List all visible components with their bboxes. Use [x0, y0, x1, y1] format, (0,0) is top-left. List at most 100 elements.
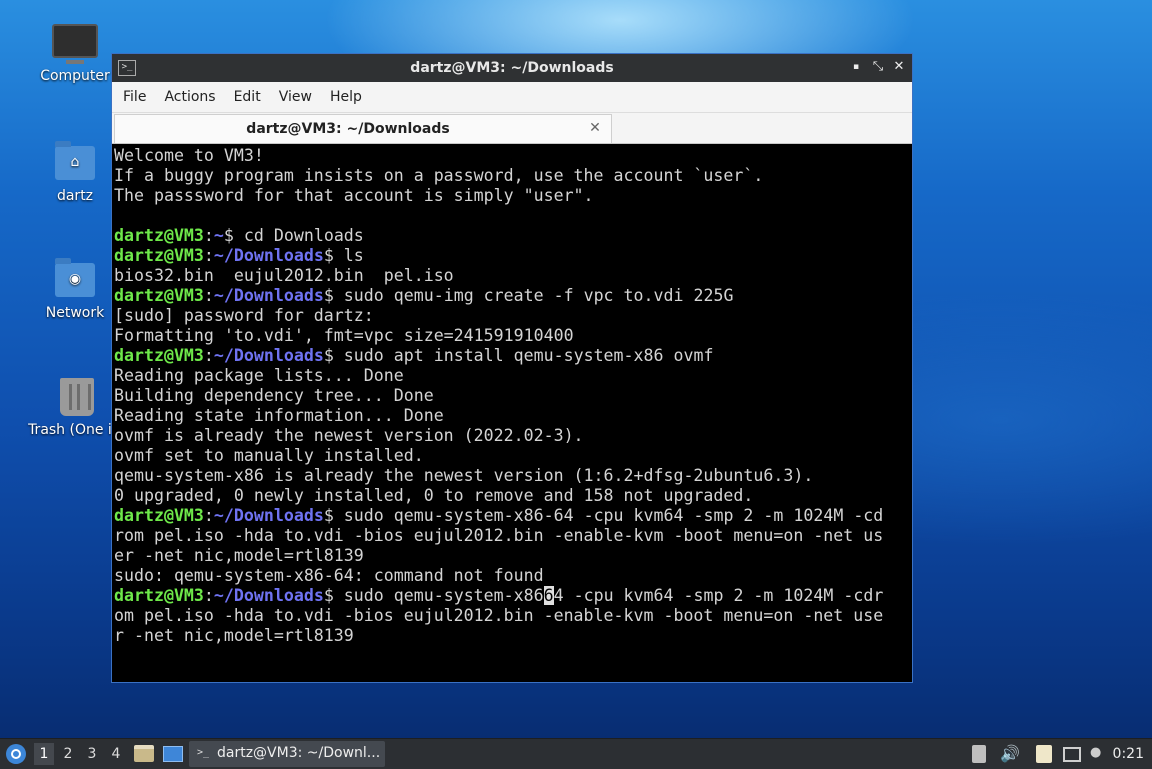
terminal-output-text: Building dependency tree... Done	[114, 386, 434, 405]
taskbar-terminal-label: dartz@VM3: ~/Downl...	[217, 745, 381, 761]
terminal-output-text: om pel.iso -hda to.vdi -bios eujul2012.b…	[114, 606, 884, 625]
taskbar-terminal-button[interactable]: >_ dartz@VM3: ~/Downl...	[189, 741, 385, 767]
volume-icon[interactable]: 🔊	[1000, 745, 1020, 763]
terminal-line: dartz@VM3:~/Downloads$ ls	[114, 246, 910, 266]
terminal-line: ovmf is already the newest version (2022…	[114, 426, 910, 446]
notes-icon[interactable]	[1036, 745, 1052, 763]
prompt-separator: :	[203, 586, 214, 605]
clock: 0:21	[1112, 746, 1144, 762]
terminal-output-text: [sudo] password for dartz:	[114, 306, 374, 325]
terminal-output-text: rom pel.iso -hda to.vdi -bios eujul2012.…	[114, 526, 884, 545]
terminal-line: dartz@VM3:~$ cd Downloads	[114, 226, 910, 246]
tab-terminal[interactable]: dartz@VM3: ~/Downloads ✕	[114, 114, 612, 143]
file-manager-icon[interactable]	[134, 745, 154, 762]
menu-file[interactable]: File	[116, 89, 153, 105]
start-menu-icon[interactable]	[6, 744, 26, 764]
menu-edit[interactable]: Edit	[227, 89, 268, 105]
prompt-separator: :	[203, 286, 214, 305]
command-text: $ sudo qemu-system-x86-64 -cpu kvm64 -sm…	[323, 506, 884, 525]
terminal-output-text: Reading state information... Done	[114, 406, 444, 425]
window-titlebar[interactable]: >_ dartz@VM3: ~/Downloads ▪ ⤡ ✕	[112, 54, 912, 82]
terminal-output-text: ovmf is already the newest version (2022…	[114, 426, 584, 445]
terminal-output-text: sudo: qemu-system-x86-64: command not fo…	[114, 566, 544, 585]
clipboard-icon[interactable]	[972, 745, 986, 763]
terminal-output-text: qemu-system-x86 is already the newest ve…	[114, 466, 814, 485]
terminal-line: rom pel.iso -hda to.vdi -bios eujul2012.…	[114, 526, 910, 546]
home-folder-icon: ⌂	[55, 141, 95, 180]
terminal-line: sudo: qemu-system-x86-64: command not fo…	[114, 566, 910, 586]
terminal-output-text: r -net nic,model=rtl8139	[114, 626, 354, 645]
terminal-line: 0 upgraded, 0 newly installed, 0 to remo…	[114, 486, 910, 506]
prompt-separator: :	[203, 246, 214, 265]
prompt-path: ~/Downloads	[213, 346, 324, 365]
terminal-output-text: er -net nic,model=rtl8139	[114, 546, 364, 565]
terminal-output-text: Welcome to VM3!	[114, 146, 264, 165]
terminal-output-text: 0 upgraded, 0 newly installed, 0 to remo…	[114, 486, 754, 505]
terminal-output-text: ovmf set to manually installed.	[114, 446, 424, 465]
prompt-path: ~/Downloads	[213, 286, 324, 305]
command-text: $ sudo apt install qemu-system-x86 ovmf	[323, 346, 714, 365]
command-text: $ sudo qemu-system-x86	[323, 586, 544, 605]
network-icon[interactable]	[1063, 747, 1081, 762]
menu-view[interactable]: View	[272, 89, 319, 105]
tab-bar: dartz@VM3: ~/Downloads ✕	[112, 113, 912, 144]
terminal-line: bios32.bin eujul2012.bin pel.iso	[114, 266, 910, 286]
workspace-1[interactable]: 1	[34, 743, 54, 765]
workspace-2[interactable]: 2	[58, 743, 78, 765]
prompt-path: ~/Downloads	[213, 586, 324, 605]
prompt-path: ~	[213, 226, 224, 245]
prompt-separator: :	[203, 346, 214, 365]
terminal-output-text: If a buggy program insists on a password…	[114, 166, 764, 185]
prompt-user: dartz@VM3	[114, 506, 204, 525]
computer-icon	[52, 24, 98, 64]
prompt-user: dartz@VM3	[114, 246, 204, 265]
terminal-output-text: Reading package lists... Done	[114, 366, 404, 385]
notification-icon[interactable]: ●	[1090, 745, 1108, 763]
prompt-user: dartz@VM3	[114, 286, 204, 305]
prompt-user: dartz@VM3	[114, 346, 204, 365]
prompt-path: ~/Downloads	[213, 246, 324, 265]
terminal-line: dartz@VM3:~/Downloads$ sudo apt install …	[114, 346, 910, 366]
terminal-output[interactable]: Welcome to VM3! If a buggy program insist…	[114, 146, 910, 680]
prompt-user: dartz@VM3	[114, 586, 204, 605]
command-text: $ sudo qemu-img create -f vpc to.vdi 225…	[323, 286, 734, 305]
terminal-line: The passsword for that account is simply…	[114, 186, 910, 206]
network-folder-icon: ◉	[55, 258, 95, 297]
terminal-output-text: Formatting 'to.vdi', fmt=vpc size=241591…	[114, 326, 574, 345]
terminal-line: Reading state information... Done	[114, 406, 910, 426]
maximize-button[interactable]: ⤡	[870, 59, 886, 75]
command-text: $ ls	[323, 246, 364, 265]
terminal-line: qemu-system-x86 is already the newest ve…	[114, 466, 910, 486]
prompt-user: dartz@VM3	[114, 226, 204, 245]
text-cursor: 6	[543, 586, 554, 605]
command-text: 4 -cpu kvm64 -smp 2 -m 1024M -cdr	[553, 586, 884, 605]
terminal-line: Formatting 'to.vdi', fmt=vpc size=241591…	[114, 326, 910, 346]
taskbar: 1 2 3 4 >_ dartz@VM3: ~/Downl... 🔊 ● 0:2…	[0, 738, 1152, 769]
menu-help[interactable]: Help	[323, 89, 369, 105]
terminal-output-text: The passsword for that account is simply…	[114, 186, 594, 205]
command-text: $ cd Downloads	[223, 226, 364, 245]
terminal-line: ovmf set to manually installed.	[114, 446, 910, 466]
tab-label: dartz@VM3: ~/Downloads	[246, 121, 450, 137]
window-title: dartz@VM3: ~/Downloads	[410, 60, 614, 76]
terminal-window: >_ dartz@VM3: ~/Downloads ▪ ⤡ ✕ File Act…	[111, 53, 913, 683]
prompt-path: ~/Downloads	[213, 506, 324, 525]
close-button[interactable]: ✕	[891, 59, 907, 75]
terminal-line: If a buggy program insists on a password…	[114, 166, 910, 186]
trash-icon	[60, 378, 94, 416]
terminal-line: Welcome to VM3!	[114, 146, 910, 166]
workspace-3[interactable]: 3	[82, 743, 102, 765]
terminal-icon: >_	[197, 747, 210, 758]
workspace-4[interactable]: 4	[106, 743, 126, 765]
terminal-line: dartz@VM3:~/Downloads$ sudo qemu-system-…	[114, 506, 910, 526]
prompt-separator: :	[203, 226, 214, 245]
show-desktop-icon[interactable]	[163, 746, 183, 762]
terminal-line: [sudo] password for dartz:	[114, 306, 910, 326]
menu-actions[interactable]: Actions	[157, 89, 222, 105]
terminal-line: er -net nic,model=rtl8139	[114, 546, 910, 566]
menu-bar: File Actions Edit View Help	[112, 82, 912, 113]
terminal-output-text: bios32.bin eujul2012.bin pel.iso	[114, 266, 454, 285]
minimize-button[interactable]: ▪	[848, 59, 864, 75]
tab-close-icon[interactable]: ✕	[587, 120, 603, 136]
